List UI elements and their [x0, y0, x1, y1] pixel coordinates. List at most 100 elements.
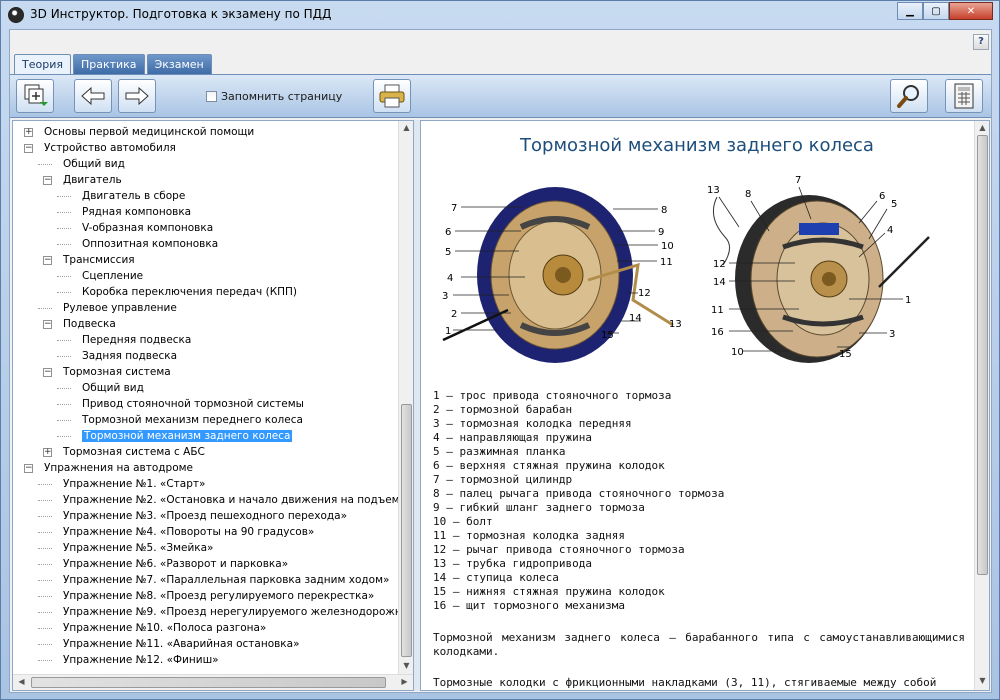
legend-item: 13 — трубка гидропривода [433, 557, 592, 570]
collapse-icon[interactable]: − [43, 176, 52, 185]
tree-item[interactable]: Упражнение №11. «Аварийная остановка» [38, 636, 300, 652]
tab-theory[interactable]: Теория [14, 54, 71, 75]
tree-item[interactable]: Упражнение №8. «Проезд регулируемого пер… [38, 588, 374, 604]
tree-item-label: Общий вид [63, 158, 125, 170]
tree-item[interactable]: − Устройство автомобиля [24, 140, 176, 156]
article-vertical-scrollbar[interactable]: ▲ ▼ [974, 121, 989, 690]
collapse-icon[interactable]: − [24, 464, 33, 473]
tab-exam[interactable]: Экзамен [146, 54, 212, 74]
tree-item[interactable]: Упражнение №3. «Проезд пешеходного перех… [38, 508, 347, 524]
collapse-icon[interactable]: − [43, 320, 52, 329]
article-scroll-thumb[interactable] [977, 135, 988, 575]
callout-label: 9 [658, 227, 664, 238]
tree-item[interactable]: Рядная компоновка [57, 204, 191, 220]
add-bookmark-button[interactable] [16, 79, 54, 113]
scroll-down-icon[interactable]: ▼ [401, 661, 412, 672]
tree-vertical-scrollbar[interactable]: ▲ ▼ [398, 121, 413, 675]
tree-item[interactable]: Упражнение №10. «Полоса разгона» [38, 620, 266, 636]
search-button[interactable] [890, 79, 928, 113]
tree-item-label: Тормозной механизм переднего колеса [82, 414, 303, 426]
collapse-icon[interactable]: − [24, 144, 33, 153]
tree-item[interactable]: Рулевое управление [38, 300, 177, 316]
tree-item[interactable]: Оппозитная компоновка [57, 236, 218, 252]
callout-label: 6 [445, 227, 451, 238]
tree-item-label: Сцепление [82, 270, 144, 282]
tree-item-label: Упражнения на автодроме [44, 462, 194, 474]
scroll-right-icon[interactable]: ▶ [399, 677, 410, 688]
tree-item-label: Трансмиссия [63, 254, 135, 266]
tree-item[interactable]: Коробка переключения передач (КПП) [57, 284, 297, 300]
minimize-button[interactable]: ▁ [897, 2, 923, 20]
tree-connector [57, 404, 71, 405]
callout-label: 12 [638, 288, 651, 299]
legend-item: 7 — тормозной цилиндр [433, 473, 573, 486]
scroll-up-icon[interactable]: ▲ [401, 123, 412, 134]
tree-item[interactable]: − Упражнения на автодроме [24, 460, 194, 476]
tree-item[interactable]: Упражнение №6. «Разворот и парковка» [38, 556, 288, 572]
tree-horizontal-scrollbar[interactable]: ◀ ▶ [13, 674, 413, 690]
tree-item-label: Упражнение №1. «Старт» [63, 478, 206, 490]
tree-item[interactable]: Общий вид [38, 156, 125, 172]
tree-connector [57, 436, 71, 437]
callout-label: 8 [661, 205, 667, 216]
tab-practice[interactable]: Практика [72, 54, 145, 74]
tree-item[interactable]: Упражнение №5. «Змейка» [38, 540, 213, 556]
tree-item[interactable]: Сцепление [57, 268, 144, 284]
tree-item[interactable]: Двигатель в сборе [57, 188, 186, 204]
tree-connector [38, 660, 52, 661]
tree-connector [57, 356, 71, 357]
print-button[interactable] [373, 79, 411, 113]
tree-item[interactable]: Упражнение №2. «Остановка и начало движе… [38, 492, 399, 508]
tree-item[interactable]: + Тормозная система с АБС [43, 444, 205, 460]
app-icon [8, 7, 24, 23]
tree-item[interactable]: Задняя подвеска [57, 348, 178, 364]
remember-page-checkbox[interactable] [206, 91, 217, 102]
callout-label: 11 [660, 257, 673, 268]
legend-item: 2 — тормозной барабан [433, 403, 573, 416]
callout-label: 3 [442, 291, 448, 302]
collapse-icon[interactable]: − [43, 256, 52, 265]
tree-item[interactable]: Привод стояночной тормозной системы [57, 396, 304, 412]
tree-item[interactable]: Общий вид [57, 380, 144, 396]
tree-item[interactable]: − Подвеска [43, 316, 116, 332]
expand-icon[interactable]: + [24, 128, 33, 137]
tree-item-label: Подвеска [63, 318, 116, 330]
forward-button[interactable] [118, 79, 156, 113]
close-button[interactable]: ✕ [949, 2, 993, 20]
scroll-up-icon[interactable]: ▲ [977, 123, 988, 134]
tree-item[interactable]: Упражнение №12. «Финиш» [38, 652, 219, 668]
back-button[interactable] [74, 79, 112, 113]
calculator-button[interactable] [945, 79, 983, 113]
tree-connector [57, 292, 71, 293]
scroll-down-icon[interactable]: ▼ [977, 676, 988, 687]
legend-item: 8 — палец рычага привода стояночного тор… [433, 487, 725, 500]
tree-item-label: Устройство автомобиля [44, 142, 176, 154]
tree-item[interactable]: Упражнение №9. «Проезд нерегулируемого ж… [38, 604, 399, 620]
tree-item[interactable]: Упражнение №1. «Старт» [38, 476, 206, 492]
tree-item[interactable]: V-образная компоновка [57, 220, 213, 236]
collapse-icon[interactable]: − [43, 368, 52, 377]
callout-label: 14 [713, 277, 726, 288]
tree-item-label: Задняя подвеска [82, 350, 178, 362]
legend-item: 4 — направляющая пружина [433, 431, 592, 444]
tree-item[interactable]: Тормозной механизм переднего колеса [57, 412, 303, 428]
tree-scroll-thumb[interactable] [401, 404, 412, 657]
tree-connector [38, 628, 52, 629]
tree-hscroll-thumb[interactable] [31, 677, 386, 688]
tree-item[interactable]: Упражнение №7. «Параллельная парковка за… [38, 572, 389, 588]
remember-page-option[interactable]: Запомнить страницу [206, 90, 342, 103]
tree-item[interactable]: Передняя подвеска [57, 332, 191, 348]
tree-item-label: Тормозная система с АБС [63, 446, 205, 458]
tree-item[interactable]: Упражнение №4. «Повороты на 90 градусов» [38, 524, 314, 540]
tree-item[interactable]: − Двигатель [43, 172, 122, 188]
help-button[interactable]: ? [973, 34, 989, 50]
tree-item-selected[interactable]: Тормозной механизм заднего колеса [57, 428, 293, 444]
tree-item[interactable]: + Основы первой медицинской помощи [24, 124, 254, 140]
tree-item-label: Двигатель в сборе [82, 190, 186, 202]
tree-item[interactable]: − Трансмиссия [43, 252, 135, 268]
tree-item[interactable]: − Тормозная система [43, 364, 171, 380]
maximize-button[interactable]: ▢ [923, 2, 949, 20]
tree-connector [57, 196, 71, 197]
expand-icon[interactable]: + [43, 448, 52, 457]
scroll-left-icon[interactable]: ◀ [16, 677, 27, 688]
